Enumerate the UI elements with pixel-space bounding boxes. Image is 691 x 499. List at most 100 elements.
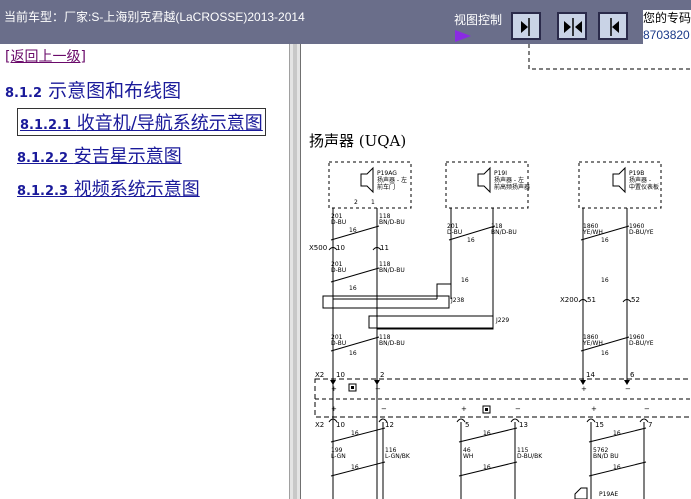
speaker-1-name: 扬声器 - 左 (377, 176, 407, 184)
split-arrows-icon (564, 18, 582, 36)
expand-right-button[interactable] (511, 12, 541, 40)
splitter-grip[interactable] (293, 44, 297, 499)
wire-gauge: 16 (349, 285, 357, 292)
speaker-3: P19B 扬声器 - 中置仪表板 (578, 161, 662, 209)
nav-item-onstar-diagram[interactable]: 8.1.2.2 安吉星示意图 (17, 142, 182, 168)
wire-gauge: 16 (601, 237, 609, 244)
wire-color: D-BU/YE (629, 229, 654, 236)
diagram-pane: 扬声器 (UQA) P19AG 扬声器 - 左 前车门 21 P19I 扬声器 … (301, 44, 691, 499)
pin-label: 12 (385, 421, 394, 429)
speaker-icon (360, 166, 374, 194)
pin-label: 15 (595, 421, 604, 429)
pin-label: 11 (380, 244, 389, 252)
speaker-icon (574, 487, 588, 499)
pane-splitter[interactable] (289, 44, 301, 499)
pin-label: 10 (336, 244, 345, 252)
speaker-1-connector: P19AG (377, 170, 397, 177)
speaker-2-name: 扬声器 - 左 (494, 176, 524, 184)
svg-text:2: 2 (354, 199, 358, 206)
wiring-diagram: P19AG 扬声器 - 左 前车门 2 1 P19I 扬声器 - 左 前高频扬声器… (309, 44, 691, 499)
top-bar: 当前车型：厂家:S-上海别克君越(LaCROSSE)2013-2014 视图控制… (0, 0, 691, 44)
wire-color: D-BU (331, 219, 346, 226)
x2-label: X2 (315, 421, 324, 429)
j229-label: J229 (495, 317, 509, 324)
svg-text:+: + (331, 405, 337, 413)
wire-color: BN/D BU (593, 453, 619, 460)
pin-label: 13 (519, 421, 528, 429)
svg-text:+: + (591, 405, 597, 413)
nav-item-label: 收音机/导航系统示意图 (76, 113, 263, 134)
wire-gauge: 16 (461, 277, 469, 284)
nav-item-label: 安吉星示意图 (73, 146, 182, 167)
wire-color: YE/WH (582, 340, 603, 347)
pin-label: 6 (630, 371, 635, 379)
play-icon[interactable] (455, 30, 471, 42)
speaker-2-connector: P19I (494, 170, 507, 177)
wire-color: L-GN/BK (385, 453, 411, 460)
svg-text:−: − (644, 405, 650, 413)
pin-label: 10 (336, 421, 345, 429)
svg-text:+: + (581, 385, 587, 393)
wire-color: BN/D-BU (379, 219, 405, 226)
speaker-4-connector: P19AE (599, 491, 618, 498)
wire-color: YE/WH (582, 229, 603, 236)
user-info: 您的专码 8703820 (643, 10, 691, 44)
splice-j238: J238 (322, 295, 464, 309)
nav-item-number: 8.1.2.3 (17, 184, 68, 199)
connector-x200: X200 51 52 (560, 296, 640, 304)
wire-gauge: 16 (349, 350, 357, 357)
section-heading: 8.1.2 示意图和布线图 (5, 76, 181, 103)
j238-label: J238 (450, 297, 464, 304)
wire-color: BN/D-BU (379, 340, 405, 347)
wire-gauge: 16 (349, 227, 357, 234)
svg-text:1: 1 (371, 199, 375, 206)
section-label: 示意图和布线图 (48, 80, 182, 102)
nav-item-label: 视频系统示意图 (73, 179, 200, 200)
wire-gauge: 16 (483, 430, 491, 437)
section-number: 8.1.2 (5, 86, 43, 101)
radio-module-frame (314, 378, 691, 418)
speaker-icon (477, 166, 491, 194)
wire-color: BN/D-BU (491, 229, 517, 236)
pin-label: 52 (631, 296, 640, 304)
pin-label: 51 (587, 296, 596, 304)
connector-x2-top: X2 10 2 14 6 + − + − (315, 371, 635, 393)
twisted-pair-marks (330, 225, 630, 352)
sidebar: [返回上一级] 8.1.2 示意图和布线图 8.1.2.1 收音机/导航系统示意… (0, 44, 289, 499)
svg-text:−: − (625, 385, 631, 393)
speaker-4-partial: P19AE (574, 487, 618, 499)
back-link[interactable]: [返回上一级] (5, 46, 86, 66)
user-line-1: 您的专码 (643, 11, 691, 25)
wire-color: D-BU (447, 229, 462, 236)
wire-labels-row-1: 201 D-BU 118 BN/D-BU 16 201 D-BU 118 BN/… (331, 213, 654, 244)
dashed-frame-top (528, 44, 691, 70)
wire-labels-row-2: 201 D-BU 118 BN/D-BU 16 16 16 (331, 261, 609, 292)
pin-label: 7 (648, 421, 652, 429)
speaker-3-name: 扬声器 - (629, 176, 651, 184)
arrow-left-bar-icon (610, 18, 619, 36)
x2-label: X2 (315, 371, 324, 379)
pin-label: 10 (336, 371, 345, 379)
nav-item-number: 8.1.2.2 (17, 151, 68, 166)
nav-item-number: 8.1.2.1 (20, 118, 71, 133)
nav-item-radio-nav-diagram[interactable]: 8.1.2.1 收音机/导航系统示意图 (17, 108, 266, 136)
wire-gauge: 16 (613, 430, 621, 437)
speaker-icon (612, 166, 626, 194)
speaker-2: P19I 扬声器 - 左 前高频扬声器 (445, 161, 530, 209)
wire-color: D-BU/BK (517, 453, 543, 460)
x200-label: X200 (560, 296, 578, 304)
svg-text:−: − (375, 385, 381, 393)
wire-color: L-GN (331, 453, 346, 460)
wire-gauge: 16 (467, 237, 475, 244)
svg-text:+: + (461, 405, 467, 413)
speaker-1-name-2: 前车门 (377, 183, 395, 191)
user-line-2: 8703820 (643, 28, 690, 42)
split-view-button[interactable] (557, 12, 587, 40)
svg-text:−: − (515, 405, 521, 413)
wire-gauge: 16 (601, 350, 609, 357)
pin-label: 5 (465, 421, 469, 429)
svg-text:+: + (331, 385, 337, 393)
nav-item-video-diagram[interactable]: 8.1.2.3 视频系统示意图 (17, 175, 200, 201)
expand-left-button[interactable] (598, 12, 628, 40)
view-control-label: 视图控制 (454, 13, 503, 27)
